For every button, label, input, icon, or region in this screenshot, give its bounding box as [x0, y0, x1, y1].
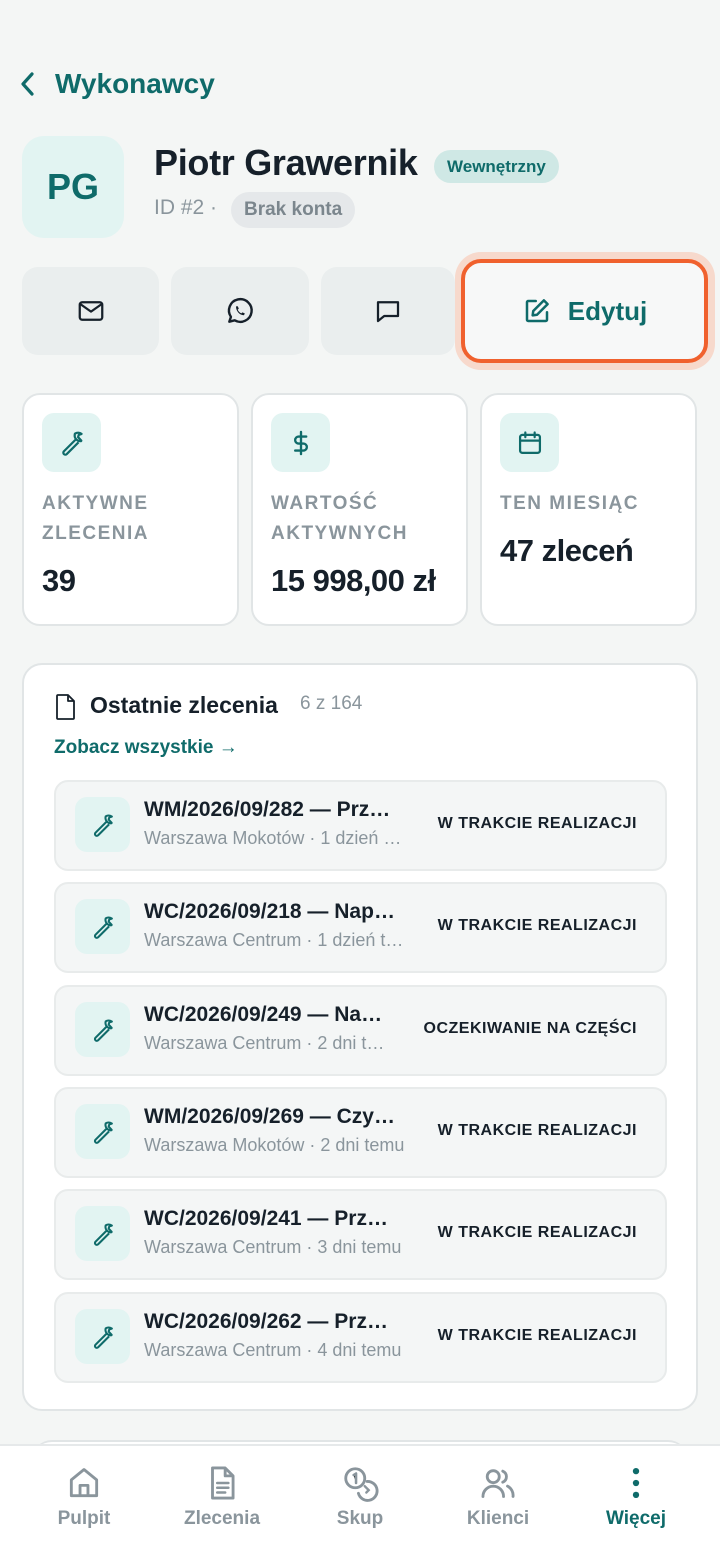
order-subtitle: Warszawa Mokotów · 2 dni temu	[144, 1135, 405, 1155]
order-row[interactable]: WC/2026/09/249 — Na… Warszawa Centrum · …	[54, 985, 667, 1076]
email-button[interactable]	[22, 267, 159, 355]
order-status: OCZEKIWANIE NA CZĘŚCI	[423, 1020, 637, 1037]
order-icon-box	[75, 797, 130, 852]
more-vertical-icon	[632, 1467, 640, 1499]
nav-item-klienci[interactable]: Klienci	[428, 1464, 568, 1530]
order-row[interactable]: WM/2026/09/282 — Prz… Warszawa Mokotów ·…	[54, 780, 667, 871]
wrench-icon	[93, 1120, 113, 1144]
order-icon-box	[75, 1104, 130, 1159]
contractor-name: Piotr Grawernik	[154, 142, 418, 183]
order-subtitle: Warszawa Mokotów · 1 dzień …	[144, 828, 402, 848]
stat-value: 15 998,00 zł	[271, 563, 436, 598]
wrench-icon	[61, 431, 83, 456]
wrench-icon	[93, 1325, 113, 1349]
stat-label: WARTOŚĆ AKTYWNYCH	[271, 493, 408, 544]
stat-icon-box	[500, 413, 559, 472]
order-row[interactable]: WC/2026/09/241 — Prz… Warszawa Centrum ·…	[54, 1189, 667, 1280]
order-status: W TRAKCIE REALIZACJI	[437, 1122, 637, 1139]
order-title: WM/2026/09/282 — Prz…	[144, 798, 391, 821]
stat-card-active-value: WARTOŚĆ AKTYWNYCH 15 998,00 zł	[251, 393, 468, 626]
nav-label: Klienci	[466, 1508, 530, 1529]
mail-icon	[78, 301, 103, 321]
wrench-icon	[93, 915, 113, 939]
stat-card-active-orders: AKTYWNE ZLECENIA 39	[22, 393, 239, 626]
nav-item-wiecej[interactable]: Więcej	[566, 1464, 706, 1530]
home-icon	[69, 1468, 99, 1498]
whatsapp-icon	[227, 297, 253, 324]
wrench-icon	[93, 1018, 113, 1042]
wrench-icon	[93, 813, 113, 837]
chat-icon	[376, 301, 400, 323]
back-button[interactable]	[14, 70, 42, 98]
document-icon	[56, 694, 75, 720]
top-bar: Wykonawcy	[0, 62, 720, 106]
page-title[interactable]: Wykonawcy	[55, 68, 215, 100]
order-row[interactable]: WM/2026/09/269 — Czy… Warszawa Mokotów ·…	[54, 1087, 667, 1178]
order-status: W TRAKCIE REALIZACJI	[437, 1224, 637, 1241]
stat-icon-box	[42, 413, 101, 472]
nav-item-skup[interactable]: Skup	[290, 1464, 430, 1530]
stat-icon-box	[271, 413, 330, 472]
nav-item-zlecenia[interactable]: Zlecenia	[152, 1464, 292, 1530]
nav-item-pulpit[interactable]: Pulpit	[14, 1464, 154, 1530]
stat-value: 47 zleceń	[500, 533, 634, 568]
recent-orders-title: Ostatnie zlecenia	[90, 692, 278, 718]
stat-value: 39	[42, 563, 76, 598]
avatar: PG	[22, 136, 124, 238]
nav-label: Zlecenia	[183, 1508, 261, 1529]
coins-icon	[344, 1467, 379, 1502]
edit-button-label: Edytuj	[567, 295, 648, 326]
order-title: WC/2026/09/249 — Na…	[144, 1003, 383, 1026]
edit-icon	[525, 299, 549, 323]
order-icon-box	[75, 899, 130, 954]
edit-button[interactable]: Edytuj	[461, 259, 708, 363]
order-subtitle: Warszawa Centrum · 3 dni temu	[144, 1237, 402, 1257]
order-subtitle: Warszawa Centrum · 1 dzień t…	[144, 930, 404, 950]
message-button[interactable]	[321, 267, 455, 355]
document-icon	[211, 1466, 235, 1500]
order-row[interactable]: WC/2026/09/218 — Nap… Warszawa Centrum ·…	[54, 882, 667, 973]
chevron-left-icon	[21, 72, 34, 96]
order-status: W TRAKCIE REALIZACJI	[437, 1327, 637, 1344]
recent-orders-count: 6 z 164	[300, 693, 363, 714]
nav-label: Więcej	[605, 1508, 667, 1529]
order-icon-box	[75, 1002, 130, 1057]
nav-label: Pulpit	[57, 1508, 111, 1529]
order-title: WC/2026/09/218 — Nap…	[144, 900, 395, 923]
see-all-link[interactable]: Zobacz wszystkie →	[54, 737, 238, 759]
users-icon	[481, 1469, 515, 1498]
whatsapp-button[interactable]	[171, 267, 309, 355]
order-icon-box	[75, 1309, 130, 1364]
type-badge: Wewnętrzny	[434, 150, 559, 183]
contractor-id: ID #2 ·	[154, 196, 218, 219]
order-icon-box	[75, 1206, 130, 1261]
order-row[interactable]: WC/2026/09/262 — Prz… Warszawa Centrum ·…	[54, 1292, 667, 1383]
bottom-nav: Pulpit Zlecenia Skup Klienci Więcej	[0, 1444, 720, 1561]
dollar-icon	[293, 430, 308, 455]
order-title: WM/2026/09/269 — Czy…	[144, 1105, 395, 1128]
calendar-icon	[518, 430, 541, 454]
order-title: WC/2026/09/241 — Prz…	[144, 1207, 388, 1230]
stat-card-this-month: TEN MIESIĄC 47 zleceń	[480, 393, 697, 626]
order-title: WC/2026/09/262 — Prz…	[144, 1310, 388, 1333]
recent-orders-card: Ostatnie zlecenia 6 z 164 Zobacz wszystk…	[22, 663, 698, 1411]
stat-label: TEN MIESIĄC	[500, 493, 639, 514]
wrench-icon	[93, 1222, 113, 1246]
stat-label: AKTYWNE ZLECENIA	[42, 493, 149, 544]
order-subtitle: Warszawa Centrum · 4 dni temu	[144, 1340, 402, 1360]
nav-label: Skup	[336, 1508, 384, 1529]
account-status-badge: Brak konta	[231, 192, 356, 228]
order-status: W TRAKCIE REALIZACJI	[437, 815, 637, 832]
order-subtitle: Warszawa Centrum · 2 dni t…	[144, 1033, 385, 1053]
order-status: W TRAKCIE REALIZACJI	[437, 917, 637, 934]
